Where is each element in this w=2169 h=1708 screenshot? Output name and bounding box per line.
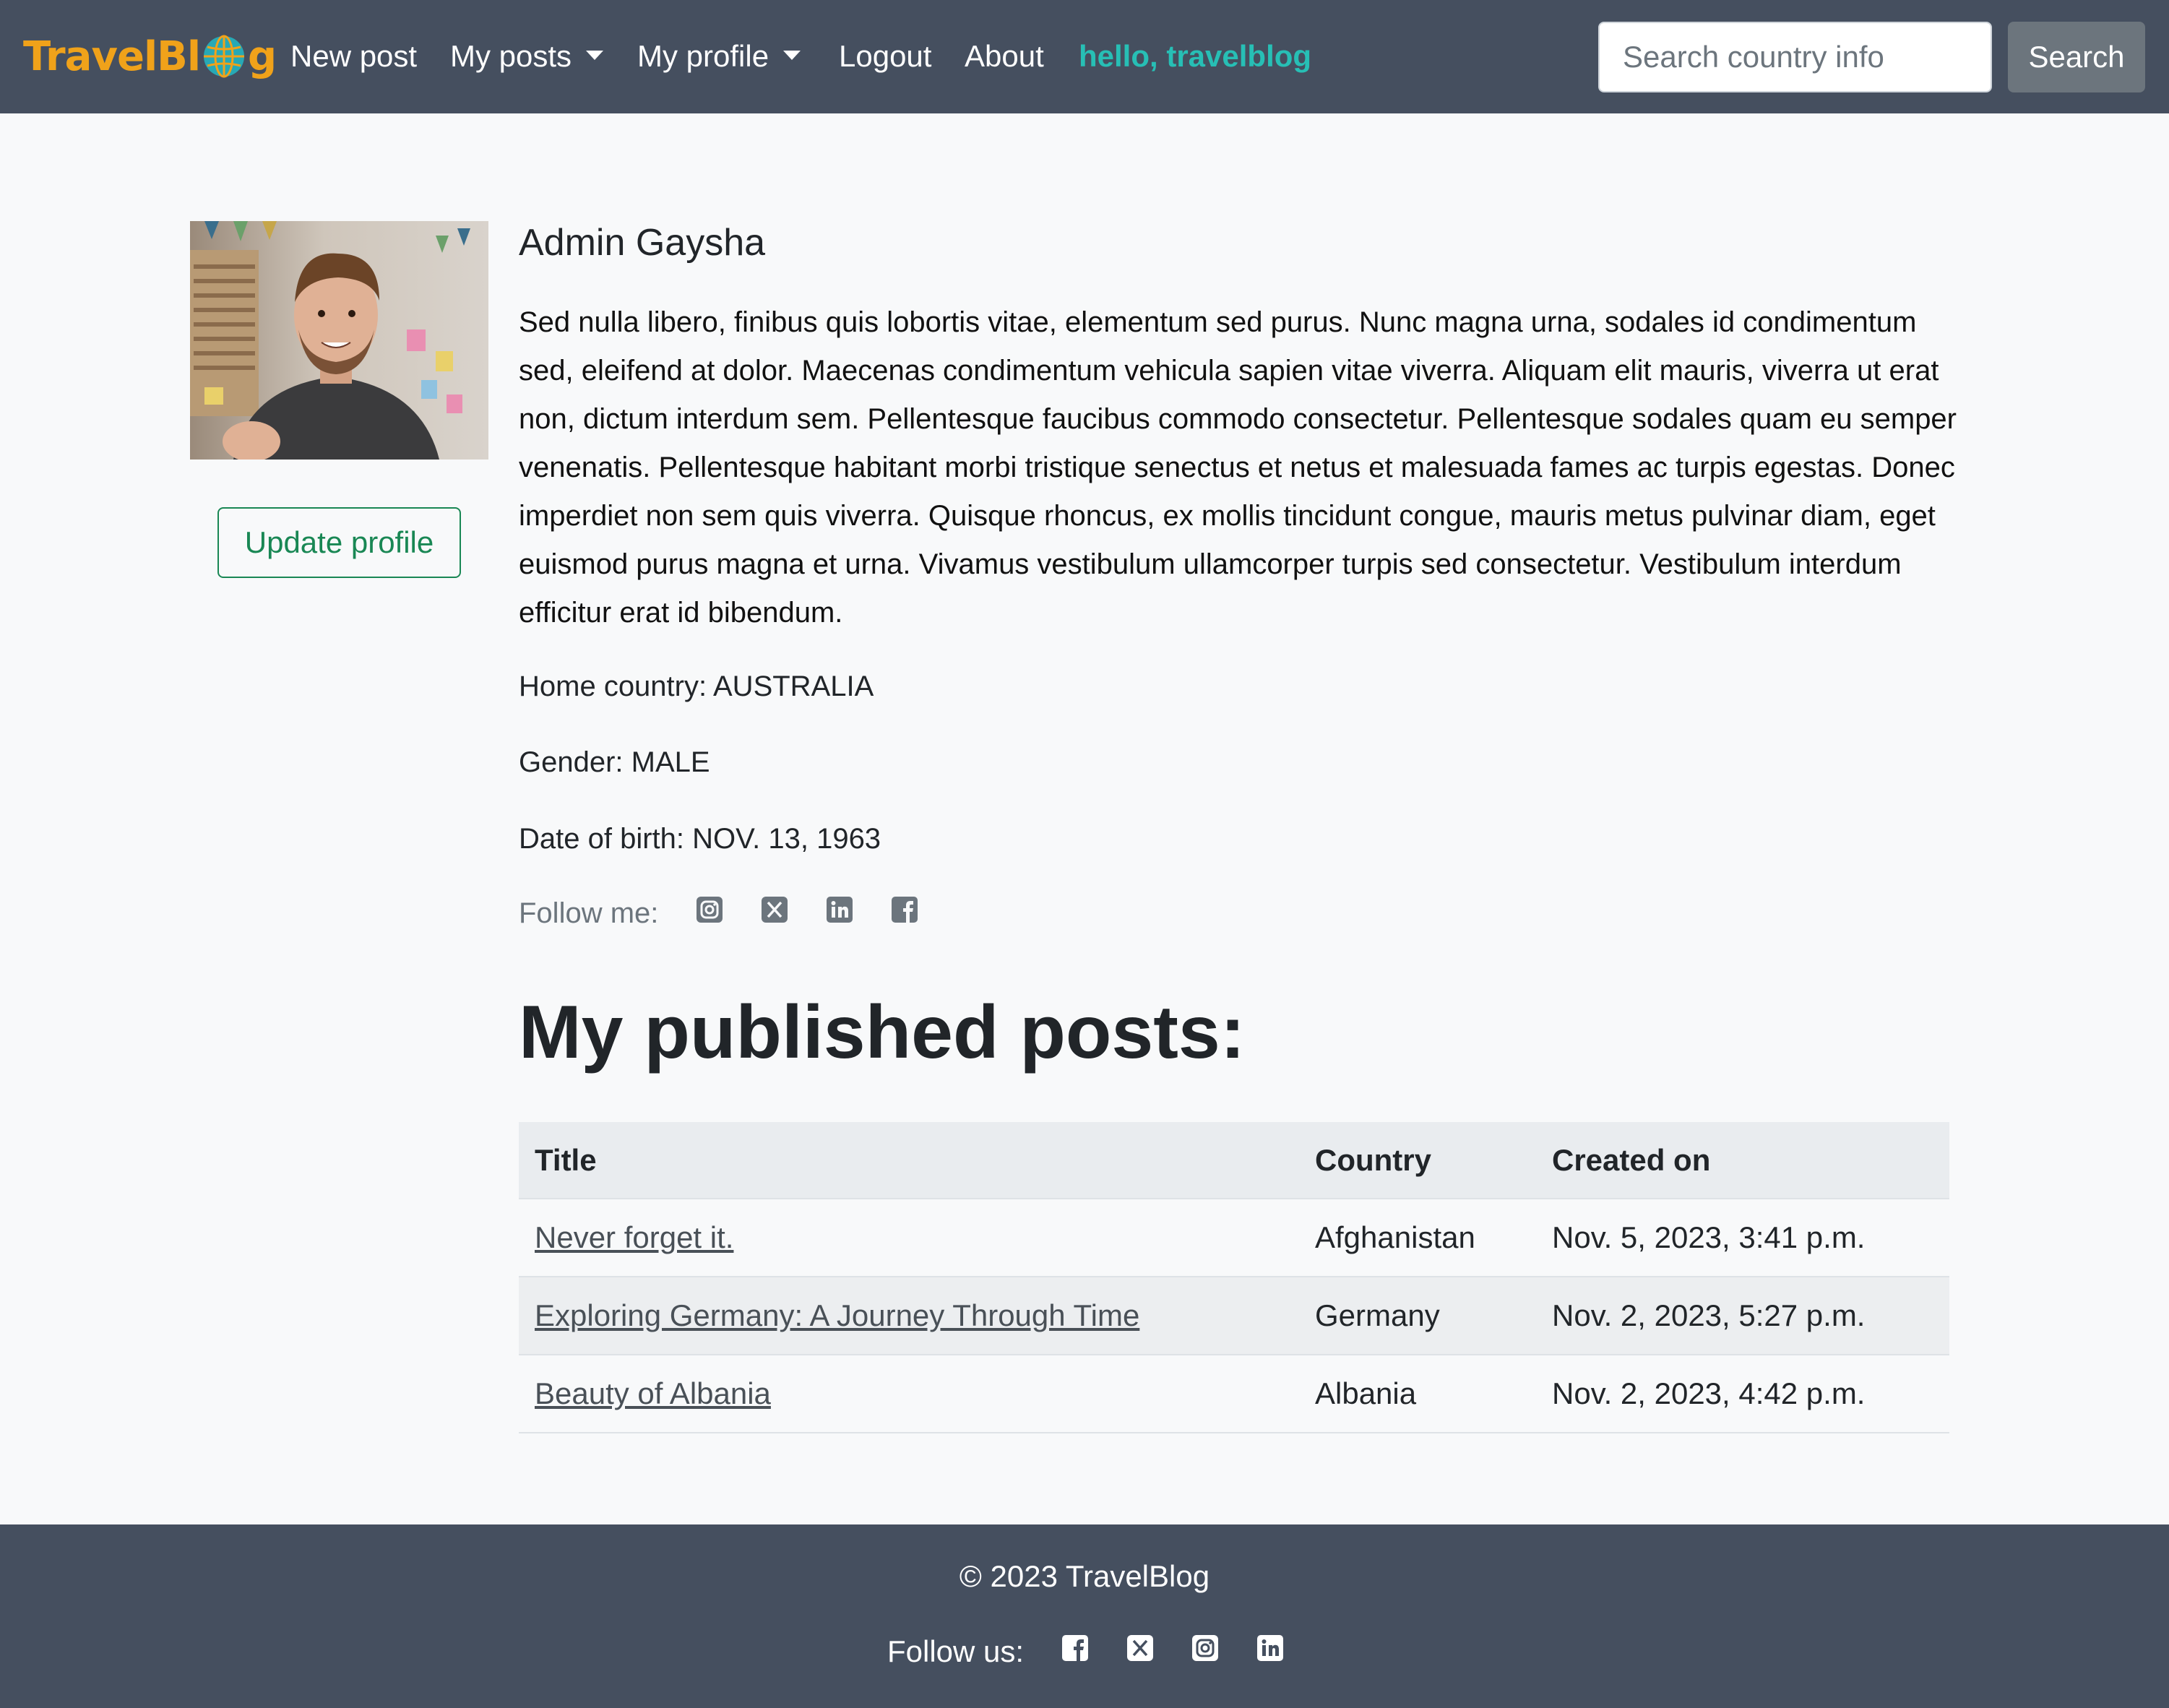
facebook-icon[interactable] — [1061, 1634, 1089, 1669]
instagram-icon[interactable] — [696, 896, 723, 931]
post-country: Albania — [1299, 1355, 1536, 1433]
footer: © 2023 TravelBlog Follow us: — [0, 1524, 2169, 1708]
post-country: Afghanistan — [1299, 1199, 1536, 1277]
post-title-cell: Exploring Germany: A Journey Through Tim… — [519, 1277, 1299, 1355]
avatar — [190, 221, 488, 460]
x-twitter-icon[interactable] — [1126, 1634, 1154, 1669]
chevron-down-icon — [586, 51, 604, 61]
posts-heading: My published posts: — [519, 991, 1246, 1074]
table-row: Never forget it. Afghanistan Nov. 5, 202… — [519, 1199, 1949, 1277]
post-created: Nov. 2, 2023, 4:42 p.m. — [1536, 1355, 1949, 1433]
search-button[interactable]: Search — [2008, 22, 2145, 92]
post-created: Nov. 2, 2023, 5:27 p.m. — [1536, 1277, 1949, 1355]
copyright: © 2023 TravelBlog — [959, 1559, 1210, 1593]
user-greeting: hello, travelblog — [1079, 39, 1312, 73]
brand-logo[interactable]: Travel Bl g — [23, 30, 277, 82]
linkedin-icon[interactable] — [1256, 1634, 1284, 1669]
update-profile-button[interactable]: Update profile — [217, 507, 461, 578]
instagram-icon[interactable] — [1191, 1634, 1219, 1669]
follow-us-label: Follow us: — [887, 1634, 1025, 1668]
globe-icon — [204, 35, 245, 78]
nav-my-profile-label: My profile — [637, 39, 769, 73]
date-of-birth: Date of birth: NOV. 13, 1963 — [519, 823, 881, 855]
table-row: Beauty of Albania Albania Nov. 2, 2023, … — [519, 1355, 1949, 1433]
gender: Gender: MALE — [519, 746, 710, 778]
chevron-down-icon — [783, 51, 801, 61]
profile-bio: Sed nulla libero, finibus quis lobortis … — [519, 306, 1957, 629]
post-title-cell: Beauty of Albania — [519, 1355, 1299, 1433]
post-title-link[interactable]: Never forget it. — [535, 1220, 733, 1254]
nav-my-profile-dropdown[interactable]: My profile — [637, 36, 801, 77]
linkedin-icon[interactable] — [826, 896, 853, 931]
nav-about[interactable]: About — [965, 36, 1044, 77]
column-header-country: Country — [1299, 1122, 1536, 1199]
nav-my-posts-dropdown[interactable]: My posts — [450, 36, 604, 77]
table-header-row: Title Country Created on — [519, 1122, 1949, 1199]
post-created: Nov. 5, 2023, 3:41 p.m. — [1536, 1199, 1949, 1277]
post-country: Germany — [1299, 1277, 1536, 1355]
search-input[interactable] — [1598, 22, 1992, 92]
nav-my-posts-label: My posts — [450, 39, 572, 73]
post-title-link[interactable]: Beauty of Albania — [535, 1376, 771, 1410]
column-header-created: Created on — [1536, 1122, 1949, 1199]
follow-me-section: Follow me: — [519, 896, 918, 931]
table-row: Exploring Germany: A Journey Through Tim… — [519, 1277, 1949, 1355]
navbar: Travel Bl g New post My posts My profile … — [0, 0, 2169, 113]
x-twitter-icon[interactable] — [761, 896, 788, 931]
follow-me-label: Follow me: — [519, 897, 659, 929]
profile-name: Admin Gaysha — [519, 222, 766, 264]
home-country: Home country: AUSTRALIA — [519, 670, 874, 702]
nav-logout[interactable]: Logout — [839, 36, 931, 77]
nav-new-post[interactable]: New post — [290, 36, 417, 77]
posts-table: Title Country Created on Never forget it… — [519, 1122, 1949, 1433]
follow-us-section: Follow us: — [887, 1634, 1284, 1669]
profile-photo — [190, 221, 488, 460]
column-header-title: Title — [519, 1122, 1299, 1199]
post-title-cell: Never forget it. — [519, 1199, 1299, 1277]
facebook-icon[interactable] — [891, 896, 918, 931]
post-title-link[interactable]: Exploring Germany: A Journey Through Tim… — [535, 1298, 1139, 1332]
